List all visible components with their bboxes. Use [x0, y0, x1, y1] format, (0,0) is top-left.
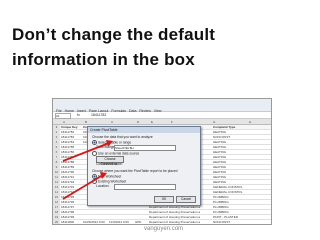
slide-title-line-1: Don’t change the default — [12, 25, 216, 44]
watermark: vanguyen.com — [144, 226, 184, 232]
slide-title: Don’t change the default information in … — [12, 22, 312, 72]
slide-title-line-2: information in the box — [12, 50, 195, 69]
excel-screenshot: File Home Insert Page Layout Formulas Data Rev… — [52, 98, 272, 225]
arrow-to-new-worksheet-icon — [62, 172, 107, 200]
red-arrows — [62, 140, 113, 200]
arrow-to-table-range-icon — [62, 140, 113, 162]
